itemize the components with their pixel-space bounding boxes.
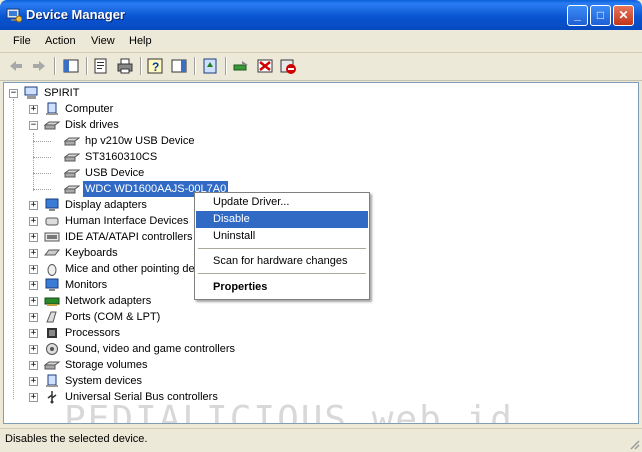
device-manager-app-icon [6, 8, 22, 23]
toolbar: ? [0, 53, 642, 81]
computer-category-icon [46, 102, 58, 115]
uninstall-icon[interactable] [256, 57, 274, 75]
title-bar[interactable]: Device Manager _ □ ✕ [0, 0, 642, 30]
device-label: USB Device [85, 167, 145, 179]
category-label: Computer [65, 103, 114, 115]
disk-drive-icon [44, 121, 60, 130]
expand-icon[interactable]: + [29, 201, 38, 210]
tree-root-label: SPIRIT [44, 87, 80, 99]
menu-help[interactable]: Help [129, 35, 152, 47]
computer-icon [24, 86, 38, 99]
device-manager-window: Device Manager _ □ ✕ File Action View He… [0, 0, 642, 452]
close-button[interactable]: ✕ [613, 5, 634, 26]
system-device-icon [46, 374, 58, 387]
category-label: Storage volumes [65, 359, 148, 371]
context-uninstall[interactable]: Uninstall [196, 228, 368, 245]
hid-icon [45, 217, 59, 226]
ide-controller-icon [44, 232, 60, 242]
sound-icon [46, 343, 58, 355]
watermark: PEDIALICIOUS.web.id [64, 399, 514, 424]
back-icon[interactable] [7, 57, 25, 75]
category-label: System devices [65, 375, 143, 387]
category-label: Disk drives [65, 119, 119, 131]
scan-hardware-icon[interactable] [232, 57, 250, 75]
disable-icon[interactable] [279, 57, 297, 75]
context-separator [198, 248, 366, 249]
category-label: Sound, video and game controllers [65, 343, 235, 355]
category-label: Human Interface Devices [65, 215, 189, 227]
expand-icon[interactable]: + [29, 297, 38, 306]
disk-drive-icon [64, 137, 80, 146]
expand-icon[interactable]: + [29, 217, 38, 226]
monitor-icon [45, 278, 59, 291]
keyboard-icon [44, 249, 60, 256]
expand-icon[interactable]: + [29, 377, 38, 386]
context-separator [198, 273, 366, 274]
category-label: IDE ATA/ATAPI controllers [65, 231, 193, 243]
expand-icon[interactable]: + [29, 105, 38, 114]
print-icon[interactable] [116, 57, 134, 75]
expand-icon[interactable]: + [29, 249, 38, 258]
forward-icon[interactable] [30, 57, 48, 75]
disk-drive-icon [64, 185, 80, 194]
expand-icon[interactable]: + [29, 345, 38, 354]
port-icon [46, 311, 57, 323]
network-adapter-icon [44, 297, 60, 306]
update-driver-icon[interactable] [201, 57, 219, 75]
context-menu: Update Driver... Disable Uninstall Scan … [194, 192, 370, 300]
svg-text:?: ? [152, 60, 159, 74]
menu-file[interactable]: File [13, 35, 31, 47]
expand-icon[interactable]: + [29, 233, 38, 242]
category-label: Network adapters [65, 295, 152, 307]
category-label: Keyboards [65, 247, 118, 259]
expand-icon[interactable]: + [29, 329, 38, 338]
context-disable[interactable]: Disable [196, 211, 368, 228]
processor-icon [47, 328, 57, 338]
status-bar: Disables the selected device. [0, 428, 642, 452]
help-icon[interactable]: ? [146, 57, 164, 75]
expand-icon[interactable]: + [29, 393, 38, 402]
minimize-button[interactable]: _ [567, 5, 588, 26]
expand-icon[interactable]: + [29, 313, 38, 322]
disk-drive-icon [64, 153, 80, 162]
menu-action[interactable]: Action [45, 35, 76, 47]
expand-icon[interactable]: + [29, 265, 38, 274]
category-label: Ports (COM & LPT) [65, 311, 161, 323]
mouse-icon [47, 264, 57, 276]
device-label: hp v210w USB Device [85, 135, 195, 147]
device-label: ST3160310CS [85, 151, 158, 163]
display-adapter-icon [45, 198, 59, 211]
disk-drive-icon [64, 169, 80, 178]
menu-bar: File Action View Help [0, 30, 642, 53]
expand-icon[interactable]: + [29, 361, 38, 370]
category-label: Processors [65, 327, 121, 339]
storage-volume-icon [44, 361, 60, 370]
window-title: Device Manager [26, 7, 125, 22]
context-properties[interactable]: Properties [196, 279, 368, 296]
maximize-button[interactable]: □ [590, 5, 611, 26]
collapse-icon[interactable]: − [29, 121, 38, 130]
category-label: Mice and other pointing devices [65, 263, 195, 275]
properties-icon[interactable] [92, 57, 110, 75]
show-hide-tree-icon[interactable] [62, 57, 80, 75]
collapse-icon[interactable]: − [9, 89, 18, 98]
context-scan-hardware[interactable]: Scan for hardware changes [196, 253, 368, 270]
menu-view[interactable]: View [91, 35, 115, 47]
resize-grip-icon[interactable] [628, 438, 640, 450]
context-update-driver[interactable]: Update Driver... [196, 194, 368, 211]
status-text: Disables the selected device. [5, 433, 148, 445]
expand-icon[interactable]: + [29, 281, 38, 290]
category-label: Monitors [65, 279, 108, 291]
action-pane-icon[interactable] [170, 57, 188, 75]
category-label: Display adapters [65, 199, 147, 211]
usb-icon [47, 391, 57, 404]
